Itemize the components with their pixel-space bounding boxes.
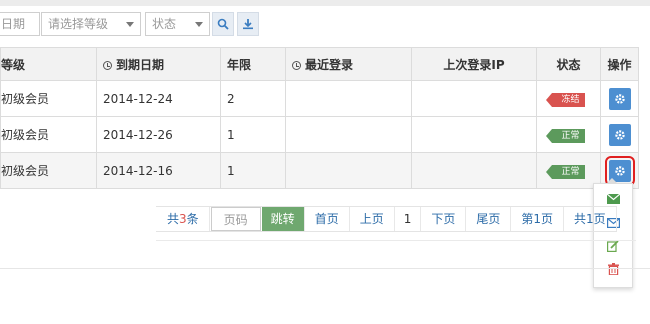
col-status-header: 状态 — [536, 47, 601, 81]
cell-status: 正常 — [536, 152, 601, 189]
table-header-row: 等级 到期日期 年限 最近登录 上次登录IP 状态 操作 — [0, 47, 639, 81]
pager-total: 共3条 — [156, 207, 210, 231]
next-page-link[interactable]: 下页 — [421, 207, 467, 231]
status-select[interactable]: 状态 — [145, 12, 210, 36]
col-action-header: 操作 — [600, 47, 639, 81]
bottom-divider — [0, 268, 650, 269]
cell-years: 2 — [220, 80, 286, 117]
row-settings-button[interactable] — [608, 123, 631, 146]
envelope-filled-icon — [606, 194, 620, 204]
edit-action[interactable] — [606, 239, 620, 253]
cell-expire: 2014-12-26 — [96, 116, 221, 153]
table-row: 初级会员 2014-12-24 2 冻结 — [0, 80, 639, 117]
pager-divider — [156, 240, 636, 241]
last-page-link[interactable]: 尾页 — [466, 207, 512, 231]
page-total: 共1页 — [564, 207, 617, 231]
cell-last-ip — [411, 80, 537, 117]
page-index: 第1页 — [511, 207, 565, 231]
col-years-header: 年限 — [220, 47, 286, 81]
col-expire-header: 到期日期 — [96, 47, 221, 81]
cell-last-ip — [411, 116, 537, 153]
cell-years: 1 — [220, 152, 286, 189]
page-number-input[interactable]: 页码 — [210, 207, 261, 231]
status-badge: 冻结 — [546, 92, 585, 107]
search-button[interactable] — [212, 12, 234, 36]
cell-level: 初级会员 — [0, 80, 97, 117]
cell-action — [600, 80, 639, 117]
status-badge: 正常 — [546, 128, 585, 143]
status-select-label: 状态 — [152, 17, 177, 31]
cell-status: 正常 — [536, 116, 601, 153]
chevron-down-icon — [126, 22, 134, 27]
row-settings-button[interactable] — [608, 87, 631, 110]
cell-last-login — [285, 80, 412, 117]
member-table: 等级 到期日期 年限 最近登录 上次登录IP 状态 操作 初级会员 2014-1… — [0, 47, 639, 189]
cell-action — [600, 116, 639, 153]
cell-status: 冻结 — [536, 80, 601, 117]
cell-level: 初级会员 — [0, 116, 97, 153]
table-row: 初级会员 2014-12-26 1 正常 — [0, 116, 639, 153]
col-last-ip-header: 上次登录IP — [411, 47, 537, 81]
search-icon — [217, 18, 229, 30]
clock-icon — [292, 60, 301, 70]
cell-last-login — [285, 116, 412, 153]
cell-last-login — [285, 152, 412, 189]
status-badge: 正常 — [546, 164, 585, 179]
level-select-label: 请选择等级 — [48, 17, 109, 31]
first-page-link[interactable]: 首页 — [305, 207, 350, 231]
delete-action[interactable] — [606, 262, 620, 276]
jump-button[interactable]: 跳转 — [261, 207, 305, 231]
prev-page-link[interactable]: 上页 — [350, 207, 395, 231]
row-action-menu — [593, 178, 633, 288]
col-last-login-header: 最近登录 — [285, 47, 412, 81]
cell-last-ip — [411, 152, 537, 189]
table-row: 初级会员 2014-12-16 1 正常 — [0, 152, 639, 189]
gear-icon — [614, 129, 625, 140]
edit-icon — [607, 240, 619, 252]
top-strip — [0, 0, 650, 6]
download-icon — [243, 19, 253, 30]
chevron-down-icon — [195, 22, 203, 27]
filter-toolbar: 日期 请选择等级 状态 — [0, 12, 650, 38]
date-filter-input[interactable]: 日期 — [0, 12, 40, 36]
current-page: 1 — [395, 207, 422, 231]
clock-icon — [103, 60, 112, 70]
col-level-header: 等级 — [0, 47, 97, 81]
message-action[interactable] — [606, 192, 620, 206]
trash-icon — [607, 263, 619, 275]
gear-icon — [614, 93, 625, 104]
menu-arrow — [606, 178, 618, 184]
level-select[interactable]: 请选择等级 — [41, 12, 141, 36]
cell-expire: 2014-12-16 — [96, 152, 221, 189]
cell-years: 1 — [220, 116, 286, 153]
pagination: 共3条 页码 跳转 首页 上页 1 下页 尾页 第1页 共1页 — [156, 206, 617, 232]
cell-level: 初级会员 — [0, 152, 97, 189]
cell-expire: 2014-12-24 — [96, 80, 221, 117]
gear-icon — [614, 165, 625, 176]
download-button[interactable] — [237, 12, 259, 36]
